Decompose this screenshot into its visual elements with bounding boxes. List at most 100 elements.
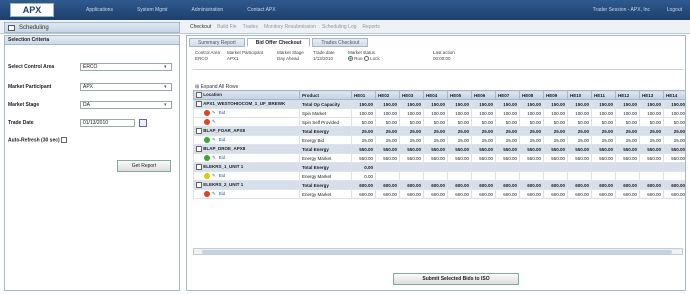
value-cell: 50.00 — [615, 117, 640, 127]
location-cell: ✎ Bid — [193, 108, 300, 118]
control-area-select[interactable]: ERCO ▾ — [80, 63, 172, 71]
header-hour[interactable]: HE10 — [567, 90, 592, 100]
value-cell: 25.00 — [663, 135, 685, 145]
bid-link[interactable]: Bid — [219, 173, 226, 178]
scrollbar-thumb[interactable] — [202, 250, 672, 254]
value-cell: 150.00 — [447, 99, 472, 109]
value-cell: 25.00 — [615, 135, 640, 145]
row-checkbox[interactable] — [196, 128, 202, 134]
control-area-status: Control Area ERCO — [195, 50, 221, 61]
status-strip: Control Area ERCO Market Participant APX1 … — [193, 50, 683, 70]
get-report-button[interactable]: Get Report — [117, 160, 171, 172]
value-cell: 600.00 — [447, 180, 472, 190]
crumb-scheduling-log[interactable]: Scheduling Log — [322, 24, 356, 30]
value-cell: 600.00 — [543, 189, 568, 199]
bid-link[interactable]: Bid — [219, 110, 226, 115]
header-hour[interactable]: HE14 — [663, 90, 685, 100]
nav-system-mgmt[interactable]: System Mgmt — [137, 7, 168, 13]
header-hour[interactable]: HE09 — [543, 90, 568, 100]
header-hour[interactable]: HE02 — [375, 90, 400, 100]
status-dot-icon — [204, 154, 210, 161]
trade-date-input[interactable]: 01/13/2010 — [80, 119, 135, 127]
value-cell — [591, 162, 616, 172]
tab-summary-report[interactable]: Summary Report — [189, 38, 245, 47]
header-hour[interactable]: HE11 — [591, 90, 616, 100]
calendar-picker-icon[interactable] — [139, 119, 147, 127]
value-cell: 600.00 — [615, 180, 640, 190]
submit-bids-button[interactable]: Submit Selected Bids to ISO — [393, 273, 519, 285]
table-group-row: APX1_WESTOHIOCOM_1_UF_BREWK Total Op Capa… — [193, 99, 685, 109]
tab-bid-offer-checkout[interactable]: Bid Offer Checkout — [246, 38, 311, 47]
edit-icon[interactable]: ✎ — [212, 137, 216, 142]
crumb-resubmission[interactable]: Monitory Resubmission — [264, 24, 316, 30]
value-cell — [471, 162, 496, 172]
edit-icon[interactable]: ✎ — [212, 191, 216, 196]
header-product[interactable]: Product — [299, 90, 352, 100]
value-cell: 25.00 — [567, 135, 592, 145]
header-hour[interactable]: HE08 — [519, 90, 544, 100]
value-cell — [423, 162, 448, 172]
product-cell: Total Energy — [299, 126, 352, 136]
crumb-build-fin[interactable]: Build Fin — [217, 24, 236, 30]
select-all-checkbox[interactable] — [196, 92, 202, 98]
value-cell: 50.00 — [423, 117, 448, 127]
auto-refresh-checkbox[interactable] — [61, 137, 68, 143]
scheduling-header: Scheduling — [4, 22, 180, 33]
crumb-trades[interactable]: Trades — [243, 24, 258, 30]
crumb-checkout[interactable]: Checkout — [190, 24, 211, 30]
value-cell: 25.00 — [375, 135, 400, 145]
breadcrumb: Checkout Build Fin Trades Monitory Resub… — [190, 24, 386, 30]
row-checkbox[interactable] — [196, 101, 202, 107]
edit-icon[interactable]: ✎ — [212, 110, 216, 115]
edit-icon[interactable]: ✎ — [212, 173, 216, 178]
apx-logo: APX — [10, 3, 54, 17]
run-radio[interactable] — [348, 56, 353, 62]
value-cell: 550.00 — [495, 144, 520, 154]
header-hour[interactable]: HE06 — [471, 90, 496, 100]
nav-contact[interactable]: Contact APX — [247, 7, 275, 13]
trade-date-status: Trade date 1/13/2010 — [313, 50, 335, 61]
value-cell: 550.00 — [447, 153, 472, 163]
header-hour[interactable]: HE04 — [423, 90, 448, 100]
tab-trades-checkout[interactable]: Trades Checkout — [312, 38, 369, 47]
product-cell: Total Energy — [299, 180, 352, 190]
header-hour[interactable]: HE05 — [447, 90, 472, 100]
market-stage-select[interactable]: DA ▾ — [80, 101, 172, 109]
bid-link[interactable]: Bid — [219, 155, 226, 160]
lock-radio[interactable] — [363, 56, 369, 62]
value-cell: 0.00 — [351, 162, 376, 172]
nav-administration[interactable]: Administration — [192, 7, 224, 13]
bid-link[interactable]: Bid — [219, 137, 226, 142]
mp-status: Market Participant APX1 — [227, 50, 264, 61]
header-hour[interactable]: HE12 — [615, 90, 640, 100]
row-checkbox[interactable] — [196, 182, 202, 188]
bid-link[interactable]: Bid — [219, 191, 226, 196]
value-cell: 150.00 — [495, 99, 520, 109]
value-cell: 50.00 — [447, 117, 472, 127]
value-cell: 50.00 — [591, 117, 616, 127]
value-cell: 25.00 — [471, 126, 496, 136]
location-cell: ✎ — [193, 117, 300, 127]
value-cell: 100.00 — [399, 108, 424, 118]
value-cell: 25.00 — [351, 135, 376, 145]
value-cell — [639, 171, 664, 181]
crumb-reports[interactable]: Reports — [362, 24, 380, 30]
auto-refresh-row: Auto-Refresh (30 sec) — [8, 137, 68, 143]
market-participant-select[interactable]: APX ▾ — [80, 83, 172, 91]
header-location[interactable]: Location — [193, 90, 300, 100]
table-row: ✎ Bid Energy Market 550.00 550.00 550.00 550.0… — [193, 153, 685, 163]
edit-icon[interactable]: ✎ — [212, 155, 216, 160]
header-hour[interactable]: HE03 — [399, 90, 424, 100]
value-cell: 50.00 — [375, 117, 400, 127]
value-cell: 25.00 — [399, 135, 424, 145]
header-hour[interactable]: HE07 — [495, 90, 520, 100]
value-cell: 600.00 — [591, 189, 616, 199]
nav-applications[interactable]: Applications — [86, 7, 113, 13]
header-hour[interactable]: HE13 — [639, 90, 664, 100]
horizontal-scrollbar[interactable] — [193, 248, 683, 255]
row-checkbox[interactable] — [196, 146, 202, 152]
row-checkbox[interactable] — [196, 164, 202, 170]
edit-icon[interactable]: ✎ — [212, 119, 216, 124]
logout-link[interactable]: Logout — [667, 7, 682, 13]
header-hour[interactable]: HE01 — [351, 90, 376, 100]
